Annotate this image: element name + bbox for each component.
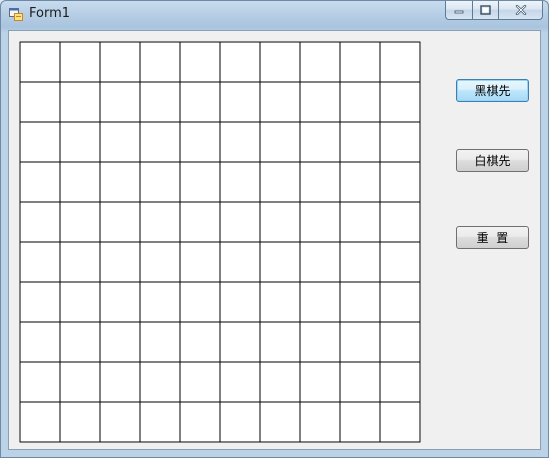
minimize-button[interactable] bbox=[445, 1, 472, 20]
minimize-icon bbox=[454, 10, 464, 14]
window-title: Form1 bbox=[29, 6, 71, 21]
board-grid[interactable] bbox=[19, 41, 421, 443]
app-icon bbox=[9, 8, 23, 21]
close-icon bbox=[515, 5, 526, 15]
black-first-button[interactable]: 黑棋先 bbox=[456, 79, 529, 102]
white-first-button[interactable]: 白棋先 bbox=[456, 149, 529, 172]
title-bar[interactable]: Form1 bbox=[1, 1, 548, 28]
caption-buttons bbox=[445, 1, 543, 20]
form-client-area: 黑棋先 白棋先 重 置 bbox=[8, 30, 541, 450]
close-button[interactable] bbox=[498, 1, 543, 20]
game-board[interactable] bbox=[19, 41, 421, 443]
restore-button[interactable] bbox=[472, 1, 498, 20]
restore-icon bbox=[480, 5, 491, 15]
reset-button[interactable]: 重 置 bbox=[456, 226, 529, 249]
main-window: Form1 黑棋先 白棋先 重 置 bbox=[0, 0, 549, 458]
